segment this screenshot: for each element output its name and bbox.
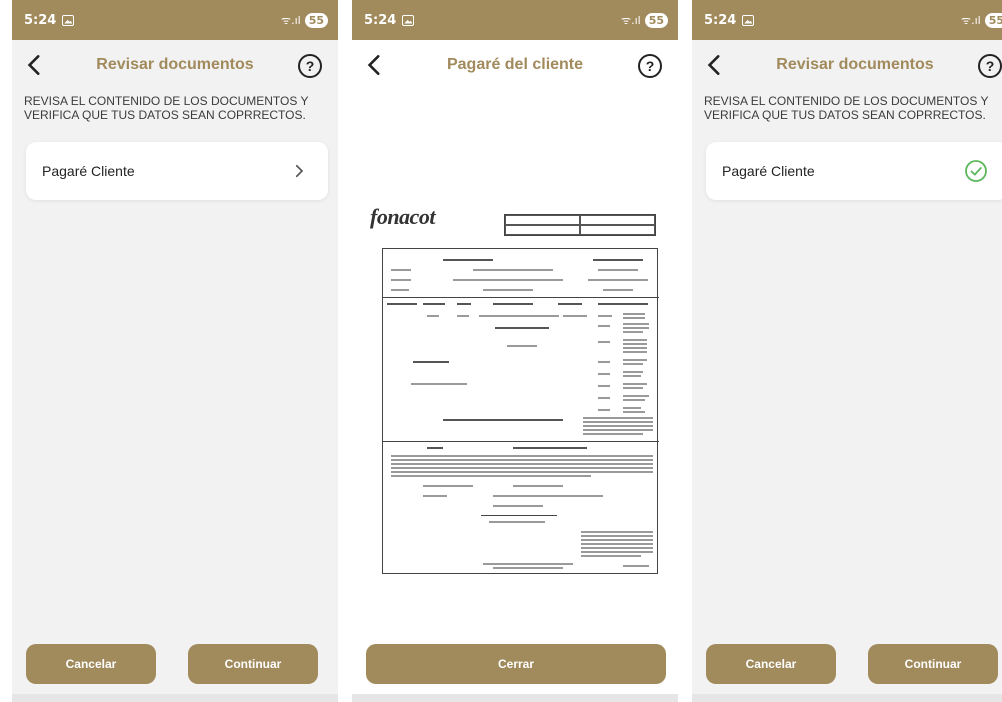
document-item-label: Pagaré Cliente — [722, 163, 815, 179]
page-title: Revisar documentos — [96, 56, 254, 73]
fonacot-logo: fonacot — [370, 204, 435, 229]
image-icon — [402, 14, 415, 26]
document-item-pagare[interactable]: Pagaré Cliente — [26, 142, 328, 200]
document-item-pagare[interactable]: Pagaré Cliente — [706, 142, 1002, 200]
help-button[interactable]: ? — [638, 54, 662, 78]
check-circle-icon — [964, 159, 988, 183]
battery-badge: 55 — [644, 12, 668, 28]
cancel-button[interactable]: Cancelar — [706, 644, 836, 684]
page-title: Pagaré del cliente — [446, 56, 584, 73]
question-circle-icon: ? — [985, 58, 995, 74]
battery-badge: 55 — [984, 12, 1002, 28]
signal-icon: ᯤ.ıl — [961, 13, 981, 27]
image-icon — [742, 14, 755, 26]
document-preview[interactable]: fonacot — [370, 196, 660, 578]
system-nav-bar — [352, 694, 678, 702]
app-header: Revisar documentos ? — [12, 44, 338, 90]
status-bar: 5:24 ᯤ.ıl 55 — [12, 0, 338, 40]
system-nav-bar — [12, 694, 338, 702]
document-item-label: Pagaré Cliente — [42, 163, 135, 179]
status-time: 5:24 — [704, 12, 737, 28]
status-bar: 5:24 ᯤ.ıl 55 — [352, 0, 678, 40]
cancel-button[interactable]: Cancelar — [26, 644, 156, 684]
document-header-table — [504, 214, 656, 236]
help-button[interactable]: ? — [298, 54, 322, 78]
battery-badge: 55 — [304, 12, 328, 28]
close-button[interactable]: Cerrar — [366, 644, 666, 684]
continue-button[interactable]: Continuar — [868, 644, 998, 684]
document-body — [382, 248, 659, 574]
question-circle-icon: ? — [305, 58, 315, 74]
status-time: 5:24 — [364, 12, 397, 28]
signal-icon: ᯤ.ıl — [281, 13, 301, 27]
screen-review-documents-verified: 5:24 ᯤ.ıl 55 Revisar documentos ? REVISA… — [692, 0, 1002, 702]
image-icon — [62, 14, 75, 26]
instructions-text: REVISA EL CONTENIDO DE LOS DOCUMENTOS Y … — [704, 94, 989, 122]
app-header: Revisar documentos ? — [692, 44, 1002, 90]
instructions-text: REVISA EL CONTENIDO DE LOS DOCUMENTOS Y … — [24, 94, 309, 122]
status-bar: 5:24 ᯤ.ıl 55 — [692, 0, 1002, 40]
app-header: Pagaré del cliente ? — [352, 44, 678, 90]
signal-icon: ᯤ.ıl — [621, 13, 641, 27]
page-title: Revisar documentos — [776, 56, 934, 73]
question-circle-icon: ? — [645, 58, 655, 74]
chevron-right-icon — [290, 162, 308, 180]
screen-review-documents: 5:24 ᯤ.ıl 55 Revisar documentos ? REVISA… — [12, 0, 338, 702]
help-button[interactable]: ? — [978, 54, 1002, 78]
continue-button[interactable]: Continuar — [188, 644, 318, 684]
system-nav-bar — [692, 694, 1002, 702]
status-time: 5:24 — [24, 12, 57, 28]
screen-pagare-preview: 5:24 ᯤ.ıl 55 Pagaré del cliente ? fonaco… — [352, 0, 678, 702]
